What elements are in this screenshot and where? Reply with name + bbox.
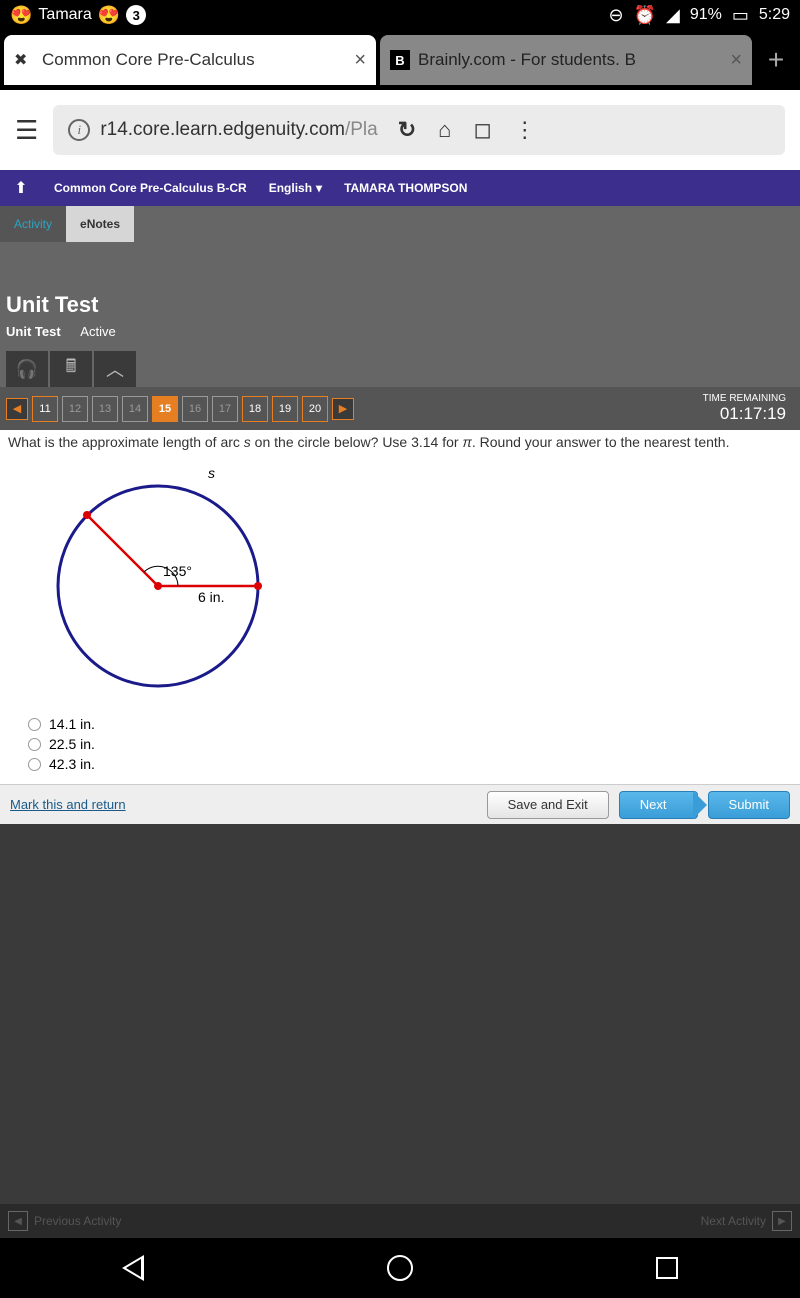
tab-title: Common Core Pre-Calculus xyxy=(42,50,346,70)
tab-title: Brainly.com - For students. B xyxy=(418,50,722,70)
next-question[interactable]: ▶ xyxy=(332,398,354,420)
close-icon[interactable]: × xyxy=(730,49,742,72)
emoji-icon: 😍 xyxy=(98,5,120,26)
question-11[interactable]: 11 xyxy=(32,396,58,422)
radio-button[interactable] xyxy=(28,758,41,771)
answer-options: 14.1 in. 22.5 in. 42.3 in. xyxy=(28,716,792,772)
next-activity-button[interactable]: ▶ xyxy=(772,1211,792,1231)
next-activity-label: Next Activity xyxy=(701,1214,766,1228)
close-icon[interactable]: × xyxy=(354,49,366,72)
radius-label: 6 in. xyxy=(198,589,224,605)
question-text: What is the approximate length of arc s … xyxy=(8,434,792,450)
angle-label: 135° xyxy=(163,563,192,579)
new-tab-button[interactable]: + xyxy=(756,44,796,76)
submit-button[interactable]: Submit xyxy=(708,791,790,819)
course-name: Common Core Pre-Calculus B-CR xyxy=(42,181,259,195)
tab-favicon: B xyxy=(390,50,410,70)
battery-icon: ▭ xyxy=(732,5,749,26)
home-button[interactable] xyxy=(387,1255,413,1281)
collapse-tool[interactable]: ︿ xyxy=(94,351,136,387)
radio-button[interactable] xyxy=(28,718,41,731)
prev-activity-label: Previous Activity xyxy=(34,1214,121,1228)
menu-icon[interactable]: ☰ xyxy=(15,115,38,146)
browser-tab-active[interactable]: ✖ Common Core Pre-Calculus × xyxy=(4,35,376,85)
home-icon[interactable]: ⌂ xyxy=(438,117,451,143)
next-button[interactable]: Next xyxy=(619,791,698,819)
mark-return-link[interactable]: Mark this and return xyxy=(10,797,126,812)
answer-option[interactable]: 14.1 in. xyxy=(28,716,792,732)
more-icon[interactable]: ⋮ xyxy=(514,117,536,143)
circle-diagram: s 135° 6 in. xyxy=(38,466,278,706)
tab-favicon: ✖ xyxy=(14,50,34,70)
browser-tab-inactive[interactable]: B Brainly.com - For students. B × xyxy=(380,35,752,85)
tab-enotes[interactable]: eNotes xyxy=(66,206,134,242)
action-bar: Mark this and return Save and Exit Next … xyxy=(0,784,800,824)
tools-row: 🎧 🖩 ︿ xyxy=(0,345,800,387)
test-subtitle: Unit Test xyxy=(6,324,61,339)
refresh-icon[interactable]: ↻ xyxy=(398,117,416,143)
home-button[interactable]: ⬆ xyxy=(0,170,42,206)
answer-text: 42.3 in. xyxy=(49,756,95,772)
question-16[interactable]: 16 xyxy=(182,396,208,422)
browser-tabs: ✖ Common Core Pre-Calculus × B Brainly.c… xyxy=(0,30,800,90)
audio-tool[interactable]: 🎧 xyxy=(6,351,48,387)
answer-text: 14.1 in. xyxy=(49,716,95,732)
question-15[interactable]: 15 xyxy=(152,396,178,422)
footer-nav: ◀ Previous Activity Next Activity ▶ xyxy=(0,1204,800,1238)
status-bar: 😍 Tamara 😍 3 ⊖ ⏰ ◢ 91% ▭ 5:29 xyxy=(0,0,800,30)
empty-area xyxy=(0,824,800,1204)
save-exit-button[interactable]: Save and Exit xyxy=(487,791,609,819)
android-nav-bar xyxy=(0,1238,800,1298)
radio-button[interactable] xyxy=(28,738,41,751)
test-header: Unit Test Unit Test Active xyxy=(0,242,800,345)
recent-apps-button[interactable] xyxy=(656,1257,678,1279)
time-remaining: TIME REMAINING 01:17:19 xyxy=(703,393,794,424)
answer-text: 22.5 in. xyxy=(49,736,95,752)
test-status: Active xyxy=(80,324,115,339)
sub-tabs: Activity eNotes xyxy=(0,206,800,242)
question-nav: ◀ 11 12 13 14 15 16 17 18 19 20 ▶ TIME R… xyxy=(0,387,800,430)
status-user: Tamara xyxy=(38,6,91,24)
answer-option[interactable]: 42.3 in. xyxy=(28,756,792,772)
tab-activity[interactable]: Activity xyxy=(0,206,66,242)
chevron-down-icon: ▾ xyxy=(316,181,322,195)
url-bar: ☰ i r14.core.learn.edgenuity.com/Pla ↻ ⌂… xyxy=(0,90,800,170)
question-area: What is the approximate length of arc s … xyxy=(0,430,800,784)
status-time: 5:29 xyxy=(759,6,790,24)
student-name: TAMARA THOMPSON xyxy=(332,181,479,195)
url-input[interactable]: i r14.core.learn.edgenuity.com/Pla ↻ ⌂ ◻… xyxy=(53,105,785,155)
notification-count: 3 xyxy=(126,5,146,25)
language-selector[interactable]: English ▾ xyxy=(259,181,332,195)
course-header: ⬆ Common Core Pre-Calculus B-CR English … xyxy=(0,170,800,206)
calculator-tool[interactable]: 🖩 xyxy=(50,351,92,387)
answer-option[interactable]: 22.5 in. xyxy=(28,736,792,752)
question-19[interactable]: 19 xyxy=(272,396,298,422)
url-text: r14.core.learn.edgenuity.com/Pla xyxy=(100,119,377,141)
question-12[interactable]: 12 xyxy=(62,396,88,422)
question-20[interactable]: 20 xyxy=(302,396,328,422)
alarm-icon: ⏰ xyxy=(634,5,656,26)
emoji-icon: 😍 xyxy=(10,5,32,26)
question-18[interactable]: 18 xyxy=(242,396,268,422)
prev-activity-button[interactable]: ◀ xyxy=(8,1211,28,1231)
battery-percent: 91% xyxy=(690,6,722,24)
wifi-icon: ◢ xyxy=(666,5,680,26)
question-14[interactable]: 14 xyxy=(122,396,148,422)
page-title: Unit Test xyxy=(6,292,794,318)
arc-label: s xyxy=(208,466,215,481)
info-icon[interactable]: i xyxy=(68,119,90,141)
question-17[interactable]: 17 xyxy=(212,396,238,422)
back-button[interactable] xyxy=(122,1255,144,1281)
prev-question[interactable]: ◀ xyxy=(6,398,28,420)
minus-icon: ⊖ xyxy=(608,5,623,26)
bookmark-icon[interactable]: ◻ xyxy=(473,117,491,143)
question-13[interactable]: 13 xyxy=(92,396,118,422)
